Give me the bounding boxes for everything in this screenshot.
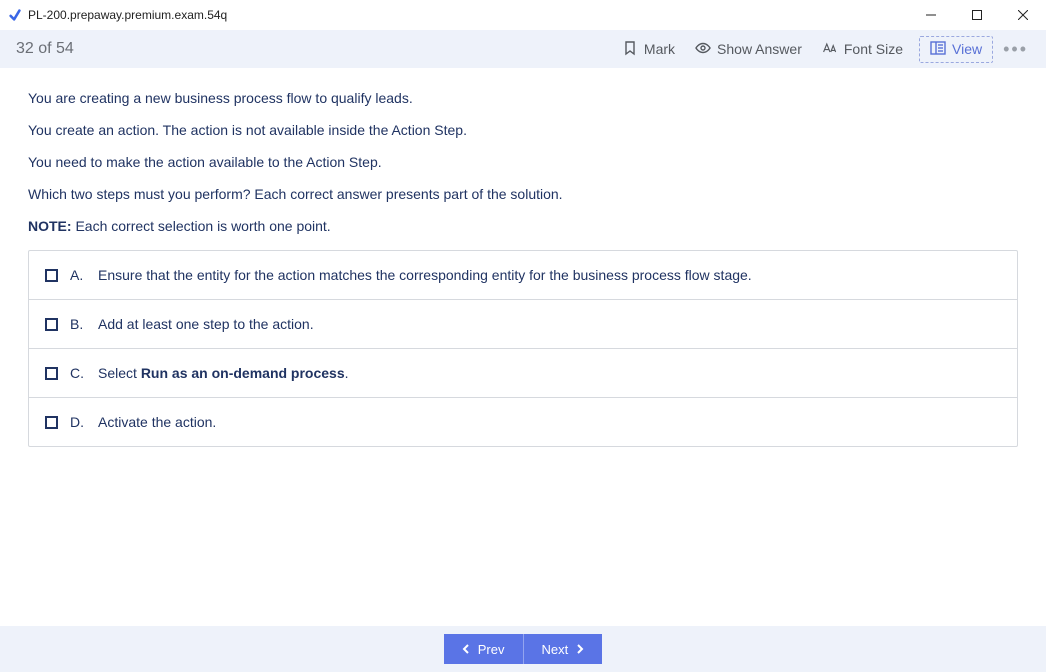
view-icon xyxy=(930,40,946,59)
view-label: View xyxy=(952,41,982,57)
chevron-left-icon xyxy=(462,642,470,657)
window-minimize-button[interactable] xyxy=(908,0,954,30)
title-bar: PL-200.prepaway.premium.exam.54q xyxy=(0,0,1046,30)
bookmark-icon xyxy=(622,40,638,59)
option-text: Select Run as an on-demand process. xyxy=(98,365,349,381)
option-text: Add at least one step to the action. xyxy=(98,316,314,332)
checkbox-icon[interactable] xyxy=(45,416,58,429)
font-size-button[interactable]: Font Size xyxy=(812,36,913,63)
mark-button[interactable]: Mark xyxy=(612,36,685,63)
prev-label: Prev xyxy=(478,642,505,657)
next-label: Next xyxy=(542,642,569,657)
question-paragraph: You create an action. The action is not … xyxy=(28,122,1018,138)
checkbox-icon[interactable] xyxy=(45,269,58,282)
answer-option-c[interactable]: C. Select Run as an on-demand process. xyxy=(29,348,1017,397)
next-button[interactable]: Next xyxy=(524,634,603,664)
more-button[interactable]: ••• xyxy=(993,39,1034,60)
answer-option-d[interactable]: D. Activate the action. xyxy=(29,397,1017,446)
toolbar: 32 of 54 Mark Show Answer Font Size View… xyxy=(0,30,1046,68)
footer-nav: Prev Next xyxy=(0,626,1046,672)
show-answer-label: Show Answer xyxy=(717,41,802,57)
eye-icon xyxy=(695,40,711,59)
option-text: Ensure that the entity for the action ma… xyxy=(98,267,752,283)
app-icon xyxy=(8,8,22,22)
question-paragraph: You need to make the action available to… xyxy=(28,154,1018,170)
chevron-right-icon xyxy=(576,642,584,657)
option-letter: A. xyxy=(70,267,86,283)
option-letter: B. xyxy=(70,316,86,332)
option-text: Activate the action. xyxy=(98,414,216,430)
prev-button[interactable]: Prev xyxy=(444,634,524,664)
question-paragraph: Which two steps must you perform? Each c… xyxy=(28,186,1018,202)
note-label: NOTE: xyxy=(28,218,72,234)
window-maximize-button[interactable] xyxy=(954,0,1000,30)
view-button[interactable]: View xyxy=(919,36,993,63)
option-letter: C. xyxy=(70,365,86,381)
window-title: PL-200.prepaway.premium.exam.54q xyxy=(28,8,227,22)
checkbox-icon[interactable] xyxy=(45,318,58,331)
question-note: NOTE: Each correct selection is worth on… xyxy=(28,218,1018,234)
show-answer-button[interactable]: Show Answer xyxy=(685,36,812,63)
font-size-icon xyxy=(822,40,838,59)
window-close-button[interactable] xyxy=(1000,0,1046,30)
answer-list: A. Ensure that the entity for the action… xyxy=(28,250,1018,447)
answer-option-b[interactable]: B. Add at least one step to the action. xyxy=(29,299,1017,348)
answer-option-a[interactable]: A. Ensure that the entity for the action… xyxy=(29,251,1017,299)
option-letter: D. xyxy=(70,414,86,430)
checkbox-icon[interactable] xyxy=(45,367,58,380)
question-counter: 32 of 54 xyxy=(16,40,74,58)
question-area: You are creating a new business process … xyxy=(0,68,1046,626)
question-paragraph: You are creating a new business process … xyxy=(28,90,1018,106)
note-text: Each correct selection is worth one poin… xyxy=(72,218,331,234)
mark-label: Mark xyxy=(644,41,675,57)
font-size-label: Font Size xyxy=(844,41,903,57)
